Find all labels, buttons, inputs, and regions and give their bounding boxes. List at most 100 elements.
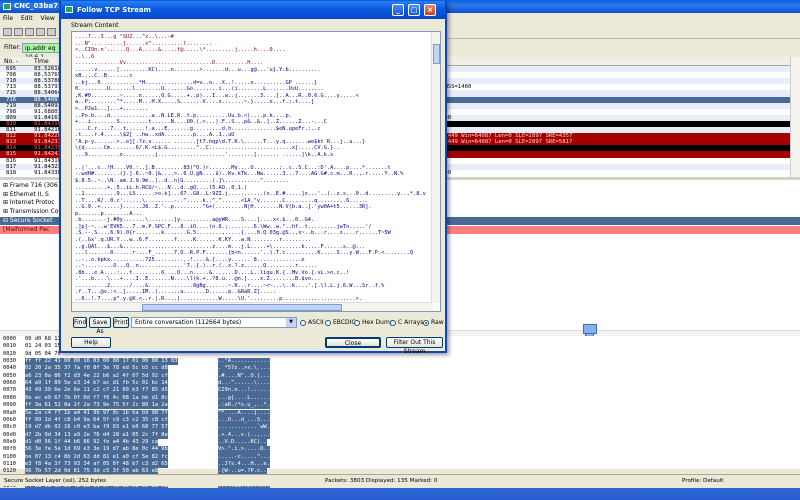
hex-row[interactable]: 00e0 d1 d0 56 1f 44 b6 86 92 fe a4 4b 43 … (3, 438, 267, 447)
hex-row[interactable]: 0100 be 07 13 c4 8b 2d 63 dd 81 e1 a0 cf … (3, 453, 270, 461)
save-as-button[interactable]: Save As (89, 317, 111, 335)
hex-bytes: ff 99 1d 4f c8 b4 9a 64 5f c9 c3 c2 35 c… (25, 416, 168, 425)
stream-content-box[interactable]: ....7...3...g ^SUZ...^x..\...-# ...N"....… (71, 31, 441, 312)
hex-row[interactable]: 0080 8e ac e9 67 7b 0f 0d f7 f6 4c 08 1a … (3, 394, 270, 403)
hex-offset: 0090 (3, 402, 16, 409)
hex-ascii: ^*....A....j.... (218, 409, 270, 417)
hex-bytes: 01 24 03 15 (25, 343, 61, 350)
chevron-down-icon[interactable]: ▼ (286, 318, 296, 327)
help-button[interactable]: Help (71, 337, 111, 348)
hex-offset: 0080 (3, 394, 16, 401)
filter-label: Filter: (4, 44, 21, 51)
column-time[interactable]: Time (34, 58, 49, 65)
hex-ascii: ..J?s.4...H...e. (218, 460, 270, 469)
close-icon[interactable]: × (424, 4, 436, 16)
hex-ascii: .:aR./*s.u_,..*. (218, 402, 270, 410)
print-button[interactable]: Print (113, 317, 129, 328)
format-label: ASCII (308, 319, 324, 326)
filter-out-stream-button[interactable]: Filter Out This Stream (386, 337, 443, 355)
hex-row[interactable]: 0010 01 24 03 15 (3, 343, 61, 350)
hex-row[interactable]: 0090 ff 3a 61 52 8a 2f 2a 73 9e 75 5f 2c … (3, 402, 270, 410)
hex-ascii: CI9n.n...!...... (218, 387, 270, 395)
format-carrays-radio[interactable]: C Arrays (390, 319, 423, 326)
hex-bytes: 8e ac e9 67 7b 0f 0d f7 f6 4c 08 1a bb d… (25, 394, 168, 403)
hex-row[interactable]: 00a0 5e 2a c4 f7 1b a4 41 9b 97 0c 1b 6a … (3, 409, 270, 417)
hex-bytes: 56 3e fe 5e 1d 69 e3 3e 19 d7 ab 8e 0c 4… (25, 446, 168, 454)
hex-row[interactable]: 00f0 56 3e fe 5e 1d 69 e3 3e 19 d7 ab 8e … (3, 446, 270, 454)
format-raw-radio[interactable]: Raw (423, 319, 444, 326)
hex-offset: 00a0 (3, 409, 16, 416)
hex-bytes: be 07 13 c4 8b 2d 63 dd 81 e1 a0 cf 5e 8… (25, 453, 168, 461)
find-button[interactable]: Find (73, 317, 87, 328)
hex-row[interactable]: 00d0 d7 2b 9d 34 13 a9 2e 76 d4 28 a1 05 … (3, 431, 270, 439)
status-packets: Packets: 3803 Displayed: 135 Marked: 0 (325, 478, 438, 484)
hex-row[interactable]: 0040 02 20 2a 35 37 7a f0 8f 3e 78 ed 5c … (3, 365, 270, 373)
format-label: Hex Dump (362, 319, 394, 326)
hex-ascii: ..V.D.....KC).. (218, 438, 267, 447)
maximize-icon[interactable]: □ (408, 4, 420, 16)
hex-ascii: V>.^.i.>.....D.. (218, 446, 270, 454)
hex-offset: 0070 (3, 387, 16, 394)
hex-offset: 00e0 (3, 438, 16, 445)
hex-bytes: d1 d0 56 1f 44 b6 86 92 fe a4 4b 43 29 c… (25, 438, 159, 447)
minimize-icon[interactable]: _ (392, 4, 404, 16)
hex-offset: 0100 (3, 453, 16, 460)
hex-ascii: ............`wW. (218, 424, 270, 432)
status-profile[interactable]: Profile: Default (682, 475, 724, 487)
close-button[interactable]: Close (325, 337, 381, 348)
restart-capture-icon[interactable] (47, 28, 56, 36)
column-no[interactable]: No. - (4, 58, 18, 65)
conversation-select[interactable]: Entire conversation (112664 bytes) ▼ (131, 317, 297, 328)
expand-handle[interactable] (583, 324, 597, 334)
hex-ascii: .....-c.....^... (218, 453, 270, 461)
hex-offset: 0020 (3, 350, 16, 357)
start-capture-icon[interactable] (25, 28, 34, 36)
hex-row[interactable]: 0030 ff ff 22 41 00 00 16 03 00 00 17 01 … (3, 358, 270, 366)
hex-bytes: 64 a9 1f 89 5e e3 14 b7 ac d1 fb 5c 01 b… (25, 380, 168, 388)
hex-row[interactable]: 0060 64 a9 1f 89 5e e3 14 b7 ac d1 fb 5c … (3, 380, 270, 388)
hex-ascii: .+.4...v.(..,... (218, 431, 270, 439)
wireshark-icon (3, 3, 11, 10)
follow-tcp-stream-dialog: Follow TCP Stream _ □ × Stream Content .… (59, 1, 447, 355)
hex-offset: 0110 (3, 460, 16, 467)
dialog-title-bar[interactable]: Follow TCP Stream _ □ × (61, 1, 445, 19)
stop-capture-icon[interactable] (36, 28, 45, 36)
hex-row[interactable]: 0070 43 49 39 6e 2e 6e 11 c2 c7 21 80 b3 … (3, 387, 270, 395)
format-ebcdic-radio[interactable]: EBCDIC (325, 319, 356, 326)
hex-ascii: d...^......\.... (218, 380, 270, 388)
scroll-thumb[interactable] (142, 304, 342, 311)
hex-row[interactable]: 00c0 19 d7 db 02 16 c0 e3 ba f9 03 e1 b0 … (3, 424, 270, 432)
radio-icon (300, 319, 306, 326)
hex-offset: 0010 (3, 343, 16, 350)
hex-offset: 00b0 (3, 416, 16, 423)
status-field-info: Secure Socket Layer (ssl), 252 bytes (4, 478, 107, 484)
stream-text[interactable]: ....7...3...g ^SUZ...^x..\...-# ...N"....… (75, 34, 433, 311)
conversation-value: Entire conversation (112664 bytes) (135, 319, 242, 326)
hex-offset: 00d0 (3, 431, 16, 438)
stream-content-label: Stream Content (71, 22, 119, 29)
hex-offset: 0060 (3, 380, 16, 387)
windows-taskbar (0, 488, 800, 500)
hex-row[interactable]: 0000 00 d0 68 13 (3, 336, 61, 343)
server-stream-line: .S.--.S....6.9).0{r........k.......G.5..… (75, 230, 391, 237)
hex-ascii: .."A............ (218, 358, 270, 366)
hex-row[interactable]: 00b0 ff 99 1d 4f c8 b4 9a 64 5f c9 c3 c2 … (3, 416, 270, 425)
hex-bytes: ff ff 22 41 00 00 16 03 00 00 17 01 00 0… (25, 358, 178, 366)
wireshark-icon (65, 6, 73, 13)
capture-options-icon[interactable] (14, 28, 23, 36)
stream-vertical-scrollbar[interactable] (431, 32, 440, 303)
stream-horizontal-scrollbar[interactable] (72, 302, 433, 311)
format-ascii-radio[interactable]: ASCII (300, 319, 324, 326)
hex-offset: 00c0 (3, 424, 16, 431)
hex-row[interactable]: 0050 a6 23 0a 86 f2 d3 4e 22 b6 a2 4f 07 … (3, 372, 270, 381)
scroll-thumb[interactable] (433, 44, 440, 64)
menu-edit[interactable]: Edit (18, 14, 36, 24)
menu-view[interactable]: View (38, 14, 58, 24)
hex-row[interactable]: 0110 e3 f8 4a 3f 73 93 34 af 05 0f 48 b7 … (3, 460, 270, 469)
menu-file[interactable]: File (0, 14, 16, 24)
interface-list-icon[interactable] (3, 28, 12, 36)
format-hexdump-radio[interactable]: Hex Dump (354, 319, 394, 326)
packet-list-scrollbar[interactable] (790, 57, 800, 177)
hex-bytes: 00 d0 68 13 (25, 336, 61, 342)
hex-row[interactable]: 0020 9d 05 04 76 (3, 350, 61, 358)
